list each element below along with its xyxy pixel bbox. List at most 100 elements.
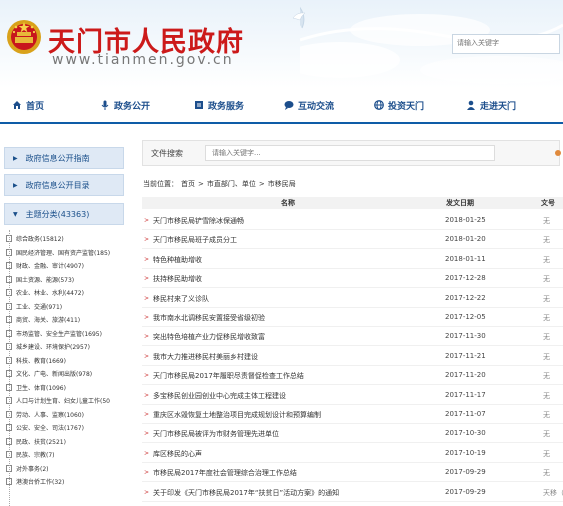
row-title-link[interactable]: 重庆区水毁恢复土地整治项目完成规划设计和预算编制	[153, 410, 321, 420]
category-item[interactable]: 公安、安全、司法(1767)	[6, 421, 84, 434]
tree-connector	[9, 230, 11, 506]
row-date: 2017-09-29	[445, 487, 486, 496]
breadcrumb-prefix: 当前位置：	[143, 180, 178, 188]
row-date: 2018-01-11	[445, 254, 486, 263]
row-title-link[interactable]: 突出特色培植产业力促移民增收致富	[153, 332, 265, 342]
category-item[interactable]: 文化、广电、新闻出版(978)	[6, 367, 92, 380]
nav-gov-affairs-label: 政务公开	[114, 101, 151, 112]
row-title-link[interactable]: 市移民局2017年度社会管理综合治理工作总结	[153, 468, 297, 478]
search-button-icon[interactable]	[555, 150, 561, 156]
row-title-link[interactable]: 我市大力推进移民村美丽乡村建设	[153, 352, 258, 362]
category-item[interactable]: 财政、金融、审计(4907)	[6, 259, 84, 272]
row-doc-number: 无	[543, 469, 550, 478]
category-item[interactable]: 工业、交通(971)	[6, 300, 62, 313]
table-row: > 多宝移民创业园创业中心完成主体工程建设 2017-11-17 无	[142, 386, 563, 405]
nav-about[interactable]: 走进天门	[466, 94, 516, 116]
category-item[interactable]: 民族、宗教(7)	[6, 448, 55, 461]
row-title-link[interactable]: 扶持移民助增收	[153, 274, 202, 284]
row-date: 2017-11-30	[445, 332, 486, 341]
breadcrumb-separator: >	[258, 180, 265, 188]
table-row: > 天门市移民局铲雪除冰保通畅 2018-01-25 无	[142, 211, 563, 230]
category-label: 工业、交通(971)	[16, 303, 63, 311]
site-url: www.tianmen.gov.cn	[52, 52, 234, 68]
row-arrow-icon: >	[144, 217, 150, 224]
row-title-link[interactable]: 多宝移民创业园创业中心完成主体工程建设	[153, 391, 286, 401]
table-row: > 重庆区水毁恢复土地整治项目完成规划设计和预算编制 2017-11-07 无	[142, 405, 563, 424]
category-item[interactable]: 农业、林业、水利(4472)	[6, 286, 84, 299]
sidebar-item-guide[interactable]: ▶ 政府信息公开指南	[4, 147, 124, 169]
row-title-link[interactable]: 天门市移民局2017年履职尽责督促检查工作总结	[153, 371, 304, 381]
category-item[interactable]: 科技、教育(1669)	[6, 354, 66, 367]
category-label: 科技、教育(1669)	[16, 357, 66, 365]
row-arrow-icon: >	[144, 449, 150, 457]
category-item[interactable]: 港澳台侨工作(32)	[6, 475, 64, 488]
row-doc-number: 无	[543, 352, 550, 361]
category-label: 劳动、人事、监察(1060)	[16, 411, 84, 419]
row-doc-number: 无	[543, 411, 550, 419]
category-label: 民族、宗教(7)	[16, 452, 55, 459]
category-item[interactable]: 国民经济管理、国有资产监管(185)	[6, 246, 110, 259]
category-label: 对外事务(2)	[16, 465, 49, 473]
table-row: > 库区移民的心声 2017-10-19 无	[142, 444, 563, 463]
sidebar-item-catalog[interactable]: ▶ 政府信息公开目录	[4, 174, 124, 196]
category-item[interactable]: 城乡建设、环境保护(2957)	[6, 340, 90, 353]
row-arrow-icon: >	[144, 469, 150, 477]
category-label: 农业、林业、水利(4472)	[16, 290, 84, 297]
national-emblem-icon	[7, 20, 41, 54]
table-row: > 关于印发《天门市移民局2017年“扶贫日”活动方案》的通知 2017-09-29…	[142, 483, 563, 502]
category-item[interactable]: 对外事务(2)	[6, 462, 49, 475]
row-doc-number: 无	[543, 217, 550, 225]
row-title-link[interactable]: 天门市移民局被评为市财务管理先进单位	[153, 429, 279, 439]
nav-gov-affairs[interactable]: 政务公开	[100, 94, 150, 116]
dove-icon	[292, 12, 306, 21]
breadcrumb-home[interactable]: 首页	[181, 180, 195, 188]
site-search-input[interactable]	[453, 35, 561, 51]
category-item[interactable]: 国土资源、能源(573)	[6, 273, 74, 286]
category-item[interactable]: 综合政务(15812)	[6, 232, 64, 245]
row-doc-number: 无	[543, 391, 550, 400]
nav-divider	[0, 122, 563, 124]
breadcrumb-departments[interactable]: 市直部门、单位	[207, 180, 256, 188]
nav-about-label: 走进天门	[480, 101, 517, 112]
row-title-link[interactable]: 特色种植助增收	[153, 255, 202, 265]
file-search-field[interactable]	[205, 145, 498, 161]
row-title-link[interactable]: 我市南水北调移民安置接受省级初验	[153, 313, 265, 323]
row-arrow-icon: >	[144, 294, 150, 302]
nav-interaction[interactable]: 互动交流	[284, 94, 334, 116]
nav-gov-service[interactable]: 政务服务	[194, 94, 244, 116]
file-search-input[interactable]	[206, 146, 498, 160]
category-item[interactable]: 人口与计划生育、妇女儿童工作(50	[6, 394, 110, 407]
category-label: 综合政务(15812)	[16, 236, 64, 243]
row-date: 2017-09-29	[445, 468, 486, 477]
row-arrow-icon: >	[144, 236, 150, 244]
category-item[interactable]: 卫生、体育(1096)	[6, 381, 66, 394]
file-search-label: 文件搜索	[151, 149, 183, 158]
category-item[interactable]: 劳动、人事、监察(1060)	[6, 408, 84, 421]
column-header-date: 发文日期	[446, 199, 474, 207]
site-search-box[interactable]	[452, 34, 561, 54]
row-title-link[interactable]: 库区移民的心声	[153, 449, 202, 459]
row-title-link[interactable]: 天门市移民局铲雪除冰保通畅	[153, 216, 244, 226]
row-title-link[interactable]: 关于印发《天门市移民局2017年“扶贫日”活动方案》的通知	[153, 488, 339, 498]
row-date: 2017-10-19	[445, 448, 486, 457]
table-row: > 天门市移民局被评为市财务管理先进单位 2017-10-30 无	[142, 424, 563, 444]
row-title-link[interactable]: 移民村来了义诊队	[153, 294, 209, 304]
row-doc-number: 无	[543, 314, 550, 322]
row-arrow-icon: >	[144, 430, 150, 438]
category-item[interactable]: 民政、扶贫(2521)	[6, 435, 66, 448]
sidebar-item-topics[interactable]: ▼ 主题分类(43363)	[4, 203, 124, 225]
category-label: 公安、安全、司法(1767)	[16, 425, 84, 432]
breadcrumb-current[interactable]: 市移民局	[268, 180, 296, 188]
category-label: 民政、扶贫(2521)	[16, 438, 66, 446]
row-date: 2017-11-07	[445, 410, 486, 418]
table-row: > 市移民局2017年度社会管理综合治理工作总结 2017-09-29 无	[142, 463, 563, 483]
row-doc-number: 无	[543, 333, 550, 342]
nav-home[interactable]: 首页	[12, 94, 44, 116]
row-title-link[interactable]: 天门市移民局班子成员分工	[153, 235, 237, 245]
header-banner: 天门市人民政府 www.tianmen.gov.cn	[0, 0, 563, 88]
category-item[interactable]: 商贸、海关、旅游(411)	[6, 313, 80, 326]
category-label: 文化、广电、新闻出版(978)	[16, 371, 93, 378]
nav-invest[interactable]: 投资天门	[374, 94, 424, 116]
nav-interaction-label: 互动交流	[298, 101, 335, 112]
category-item[interactable]: 市场监管、安全生产监管(1695)	[6, 327, 102, 340]
